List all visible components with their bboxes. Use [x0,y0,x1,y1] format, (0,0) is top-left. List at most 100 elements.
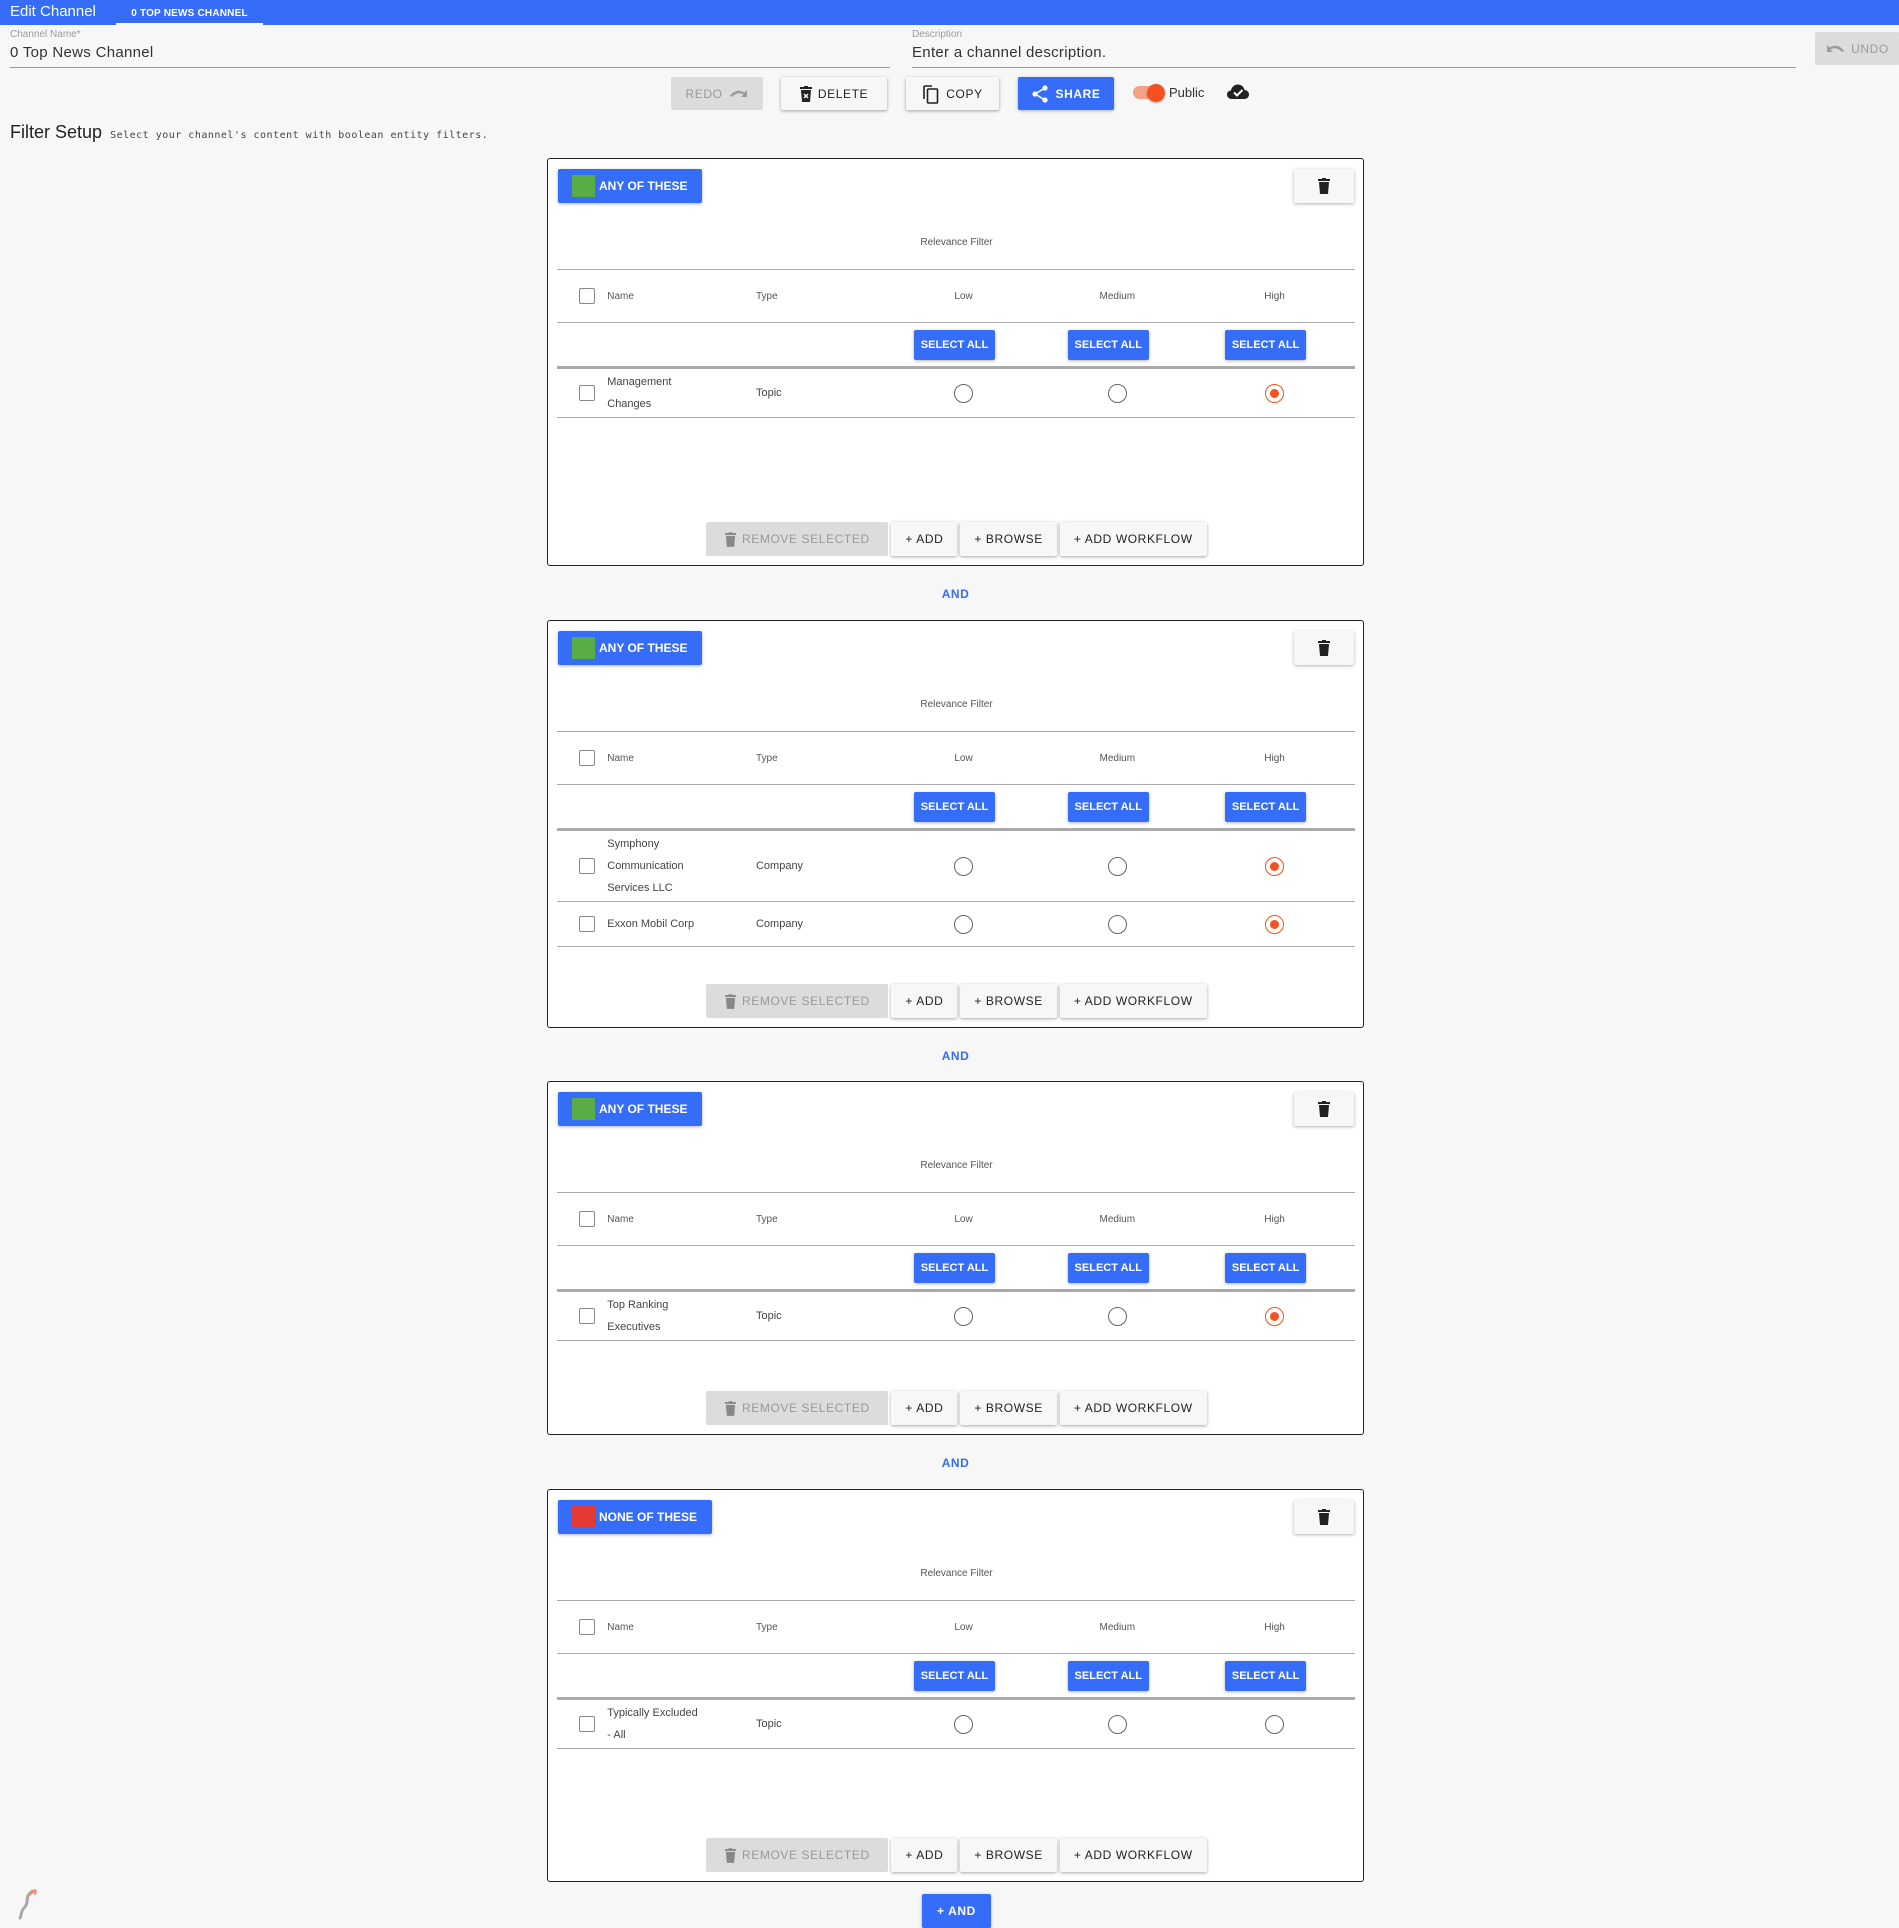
header-type: Type [755,1192,887,1246]
delete-filter-button[interactable] [1294,1092,1354,1126]
filter-card: ANY OF THESE Relevance Filter Name Type … [547,620,1364,1028]
filter-mode-button[interactable]: NONE OF THESE [558,1500,713,1534]
delete-filter-button[interactable] [1294,631,1354,665]
relevance-radio-high[interactable] [1265,1714,1285,1734]
delete-label: DELETE [817,86,869,101]
filter-setup-title: Filter Setup [10,122,103,142]
select-all-high-button[interactable]: SELECT ALL [1224,329,1307,360]
browse-button[interactable]: + BROWSE [960,984,1057,1018]
select-all-checkbox[interactable] [579,750,595,766]
row-name: Exxon Mobil Corp [607,901,756,947]
remove-selected-button[interactable]: REMOVE SELECTED [706,522,889,556]
select-all-checkbox[interactable] [579,1211,595,1227]
add-button[interactable]: + ADD [891,1838,958,1872]
header-medium: Medium [1040,1192,1195,1246]
filter-mode-button[interactable]: ANY OF THESE [558,169,703,203]
select-all-row: SELECT ALL SELECT ALL SELECT ALL [557,1245,1355,1292]
header-name: Name [607,1192,756,1246]
remove-selected-button[interactable]: REMOVE SELECTED [706,1838,889,1872]
select-all-low-button[interactable]: SELECT ALL [913,329,996,360]
row-checkbox[interactable] [579,858,595,875]
description-field[interactable]: Description Enter a channel description. [912,29,1796,68]
row-checkbox[interactable] [579,1716,595,1733]
table-header-row: Name Type Low Medium High [557,269,1355,323]
row-name-line: Services LLC [607,882,673,894]
browse-button[interactable]: + BROWSE [960,522,1057,556]
header-type: Type [755,731,887,785]
row-type: Topic [755,1290,887,1341]
select-all-low-button[interactable]: SELECT ALL [913,1660,996,1691]
trash-x-icon [799,85,812,102]
channel-name-field[interactable]: Channel Name* 0 Top News Channel [10,29,890,68]
share-button[interactable]: SHARE [1018,77,1114,110]
relevance-radio-medium[interactable] [1107,1714,1127,1734]
channel-name-input[interactable]: 0 Top News Channel [10,44,890,68]
select-all-medium-button[interactable]: SELECT ALL [1067,1252,1149,1283]
remove-selected-button[interactable]: REMOVE SELECTED [706,1391,889,1425]
header-low: Low [886,1600,1041,1654]
browse-button[interactable]: + BROWSE [960,1838,1057,1872]
row-name: Typically Excluded - All [607,1698,756,1749]
card-actions: REMOVE SELECTED + ADD + BROWSE + ADD WOR… [548,1391,1365,1425]
undo-button[interactable]: UNDO [1815,32,1899,65]
public-toggle[interactable] [1133,84,1165,102]
relevance-radio-medium[interactable] [1107,383,1127,403]
relevance-radio-low[interactable] [954,914,973,934]
row-checkbox[interactable] [579,916,595,933]
add-workflow-button[interactable]: + ADD WORKFLOW [1059,1391,1207,1425]
delete-button[interactable]: DELETE [781,77,887,110]
relevance-radio-medium[interactable] [1107,914,1127,934]
add-and-label: + AND [937,1904,976,1918]
relevance-radio-high[interactable] [1265,914,1285,934]
add-button[interactable]: + ADD [891,522,958,556]
select-all-medium-button[interactable]: SELECT ALL [1067,791,1149,822]
filter-table: Name Type Low Medium High SELECT ALL SEL… [557,269,1355,418]
select-all-low-button[interactable]: SELECT ALL [913,1252,996,1283]
relevance-radio-high[interactable] [1265,383,1285,403]
remove-selected-button[interactable]: REMOVE SELECTED [706,984,889,1018]
filter-mode-button[interactable]: ANY OF THESE [558,631,703,665]
relevance-radio-low[interactable] [954,1714,973,1734]
select-all-checkbox[interactable] [579,1619,595,1635]
delete-filter-button[interactable] [1294,1500,1354,1534]
relevance-radio-medium[interactable] [1107,856,1127,876]
header-name: Name [607,1600,756,1654]
header-low: Low [886,1192,1041,1246]
relevance-radio-low[interactable] [954,1306,973,1326]
select-all-medium-button[interactable]: SELECT ALL [1067,329,1149,360]
add-and-button[interactable]: + AND [922,1894,991,1928]
browse-button[interactable]: + BROWSE [960,1391,1057,1425]
add-workflow-button[interactable]: + ADD WORKFLOW [1059,984,1207,1018]
select-all-low-button[interactable]: SELECT ALL [913,791,996,822]
channel-name-label: Channel Name* [10,29,81,40]
header-high: High [1194,1600,1355,1654]
trash-icon [1318,640,1330,656]
select-all-medium-button[interactable]: SELECT ALL [1067,1660,1149,1691]
select-all-high-button[interactable]: SELECT ALL [1224,791,1307,822]
relevance-radio-medium[interactable] [1107,1306,1127,1326]
undo-label: UNDO [1851,41,1889,56]
delete-filter-button[interactable] [1294,169,1354,203]
add-button[interactable]: + ADD [891,984,958,1018]
redo-button[interactable]: REDO [671,77,763,110]
row-checkbox[interactable] [579,385,595,402]
select-all-checkbox[interactable] [579,288,595,304]
select-all-high-button[interactable]: SELECT ALL [1224,1252,1307,1283]
trash-icon [725,1847,737,1863]
relevance-radio-low[interactable] [954,856,973,876]
row-checkbox[interactable] [579,1308,595,1325]
filter-mode-button[interactable]: ANY OF THESE [558,1092,703,1126]
relevance-radio-low[interactable] [954,383,973,403]
add-button[interactable]: + ADD [891,1391,958,1425]
tab-channel[interactable]: 0 TOP NEWS CHANNEL [116,0,263,25]
app-title: Edit Channel [10,3,96,20]
undo-icon [1827,44,1845,52]
add-workflow-button[interactable]: + ADD WORKFLOW [1059,1838,1207,1872]
copy-button[interactable]: COPY [906,77,999,110]
description-input[interactable]: Enter a channel description. [912,44,1796,68]
select-all-high-button[interactable]: SELECT ALL [1224,1660,1307,1691]
add-workflow-button[interactable]: + ADD WORKFLOW [1059,522,1207,556]
relevance-radio-high[interactable] [1265,856,1285,876]
relevance-radio-high[interactable] [1265,1306,1285,1326]
mode-swatch [572,1506,595,1528]
